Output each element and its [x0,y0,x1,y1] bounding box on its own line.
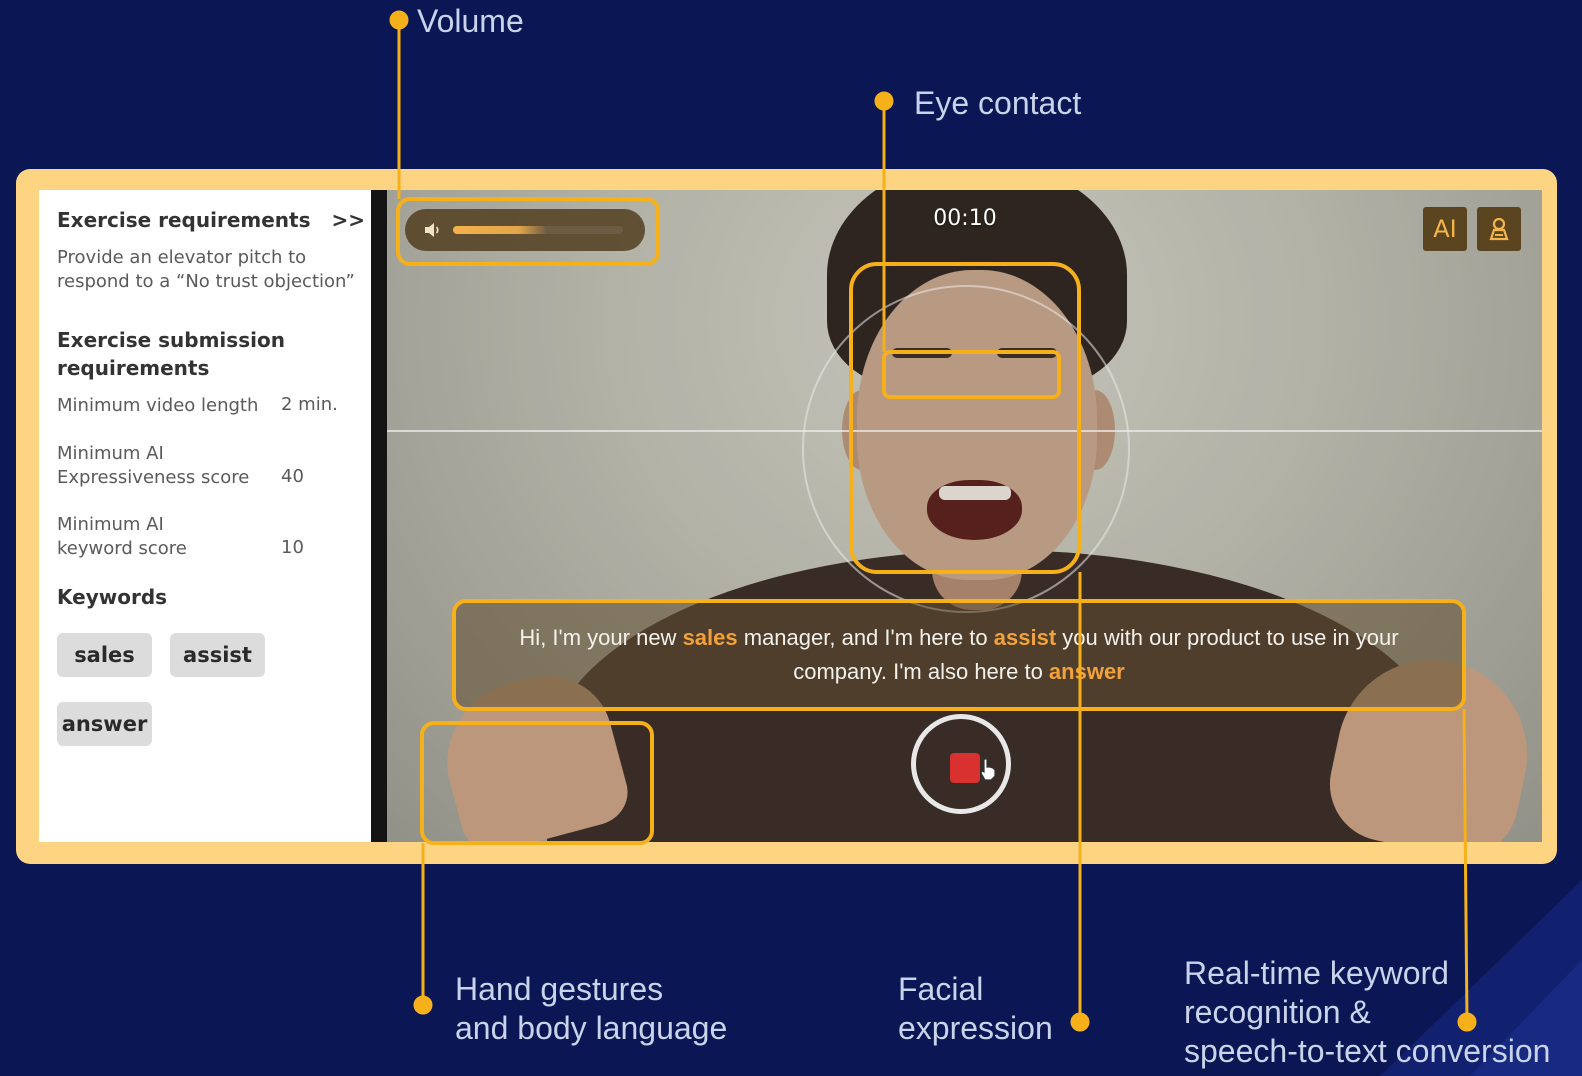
callout-keyword-recognition: Real-time keyword recognition & speech-t… [1184,955,1551,1069]
keywords-heading: Keywords [57,585,168,609]
min-video-length-label: Minimum video length [57,395,259,416]
min-expressiveness-label: Minimum AI Expressiveness score [57,443,250,488]
highlight-eye-contact [882,350,1061,399]
exercise-description: Provide an elevator pitch to respond to … [57,247,355,292]
ai-button[interactable]: AI [1423,207,1467,251]
panel-divider [371,190,387,842]
exercise-requirements-heading[interactable]: Exercise requirements >> [57,208,365,232]
callout-volume: Volume [417,3,524,39]
recording-timer: 00:10 [933,206,997,231]
expand-requirements-button[interactable]: >> [331,208,365,232]
keyword-chip-answer[interactable]: answer [57,702,152,746]
min-keyword-score-label: Minimum AI keyword score [57,514,187,559]
stop-record-icon [950,753,980,783]
record-button[interactable] [911,714,1011,814]
exercise-requirements-title: Exercise requirements [57,208,311,232]
highlight-facial-expression [849,262,1081,574]
hand-cursor-icon [980,758,996,781]
profile-icon-glyph [1489,217,1509,241]
submission-requirements-heading: Exercise submission requirements [57,328,285,380]
min-expressiveness-value: 40 [281,466,304,487]
callout-hand-gestures: Hand gestures and body language [455,971,728,1046]
person-outline-icon[interactable] [1477,207,1521,251]
callout-eye-contact: Eye contact [914,85,1082,121]
highlight-hand-gestures [420,721,654,845]
callout-facial-expression: Facial expression [898,971,1053,1046]
min-keyword-score-value: 10 [281,537,304,558]
highlight-volume [396,197,660,266]
min-video-length-value: 2 min. [281,394,338,415]
keyword-chip-sales[interactable]: sales [57,633,152,677]
keyword-chip-assist[interactable]: assist [170,633,265,677]
sidebar: Exercise requirements >> Provide an elev… [39,190,372,842]
highlight-caption [452,599,1466,711]
